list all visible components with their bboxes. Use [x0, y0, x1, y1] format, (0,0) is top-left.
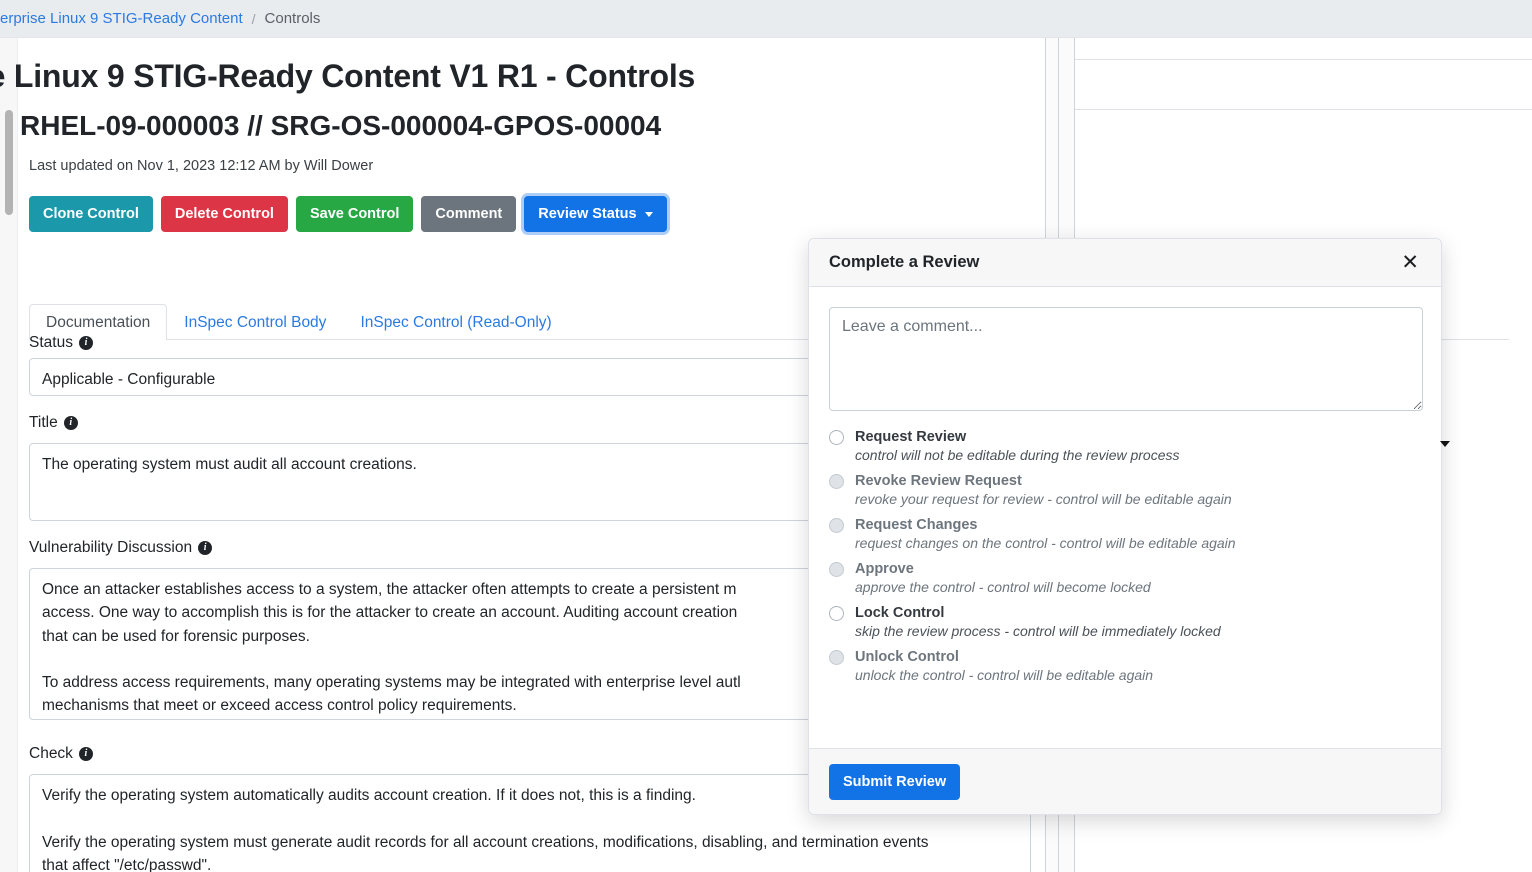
- radio-button: [829, 473, 844, 489]
- title-label-group: Title i: [29, 414, 78, 432]
- vulnerability-discussion-label-group: Vulnerability Discussion i: [29, 539, 213, 557]
- radio-button: [829, 561, 844, 577]
- review-option-label: Approve: [855, 561, 914, 577]
- review-option-label: Request Changes: [855, 517, 978, 533]
- review-option-description: skip the review process - control will b…: [855, 623, 1221, 639]
- chevron-down-icon: [644, 211, 653, 217]
- right-pane-divider-2: [1075, 109, 1532, 110]
- vulnerability-discussion-label: Vulnerability Discussion: [29, 539, 193, 556]
- review-option-description: revoke your request for review - control…: [855, 491, 1232, 507]
- control-heading: RHEL-09-000003 // SRG-OS-000004-GPOS-000…: [20, 110, 662, 141]
- review-option-description: approve the control - control will becom…: [855, 579, 1151, 595]
- breadcrumb-current: Controls: [264, 10, 321, 27]
- vertical-scrollbar-track[interactable]: [0, 38, 18, 872]
- last-updated-text: Last updated on Nov 1, 2023 12:12 AM by …: [29, 158, 374, 174]
- info-icon[interactable]: i: [78, 747, 93, 761]
- radio-button[interactable]: [829, 429, 844, 445]
- review-option-label: Unlock Control: [855, 649, 959, 665]
- submit-review-button[interactable]: Submit Review: [829, 763, 961, 800]
- tab-inspec-control-body[interactable]: InSpec Control Body: [167, 304, 343, 340]
- review-option-revoke-review-request: Revoke Review Request revoke your reques…: [829, 473, 1421, 507]
- control-toolbar: Clone Control Delete Control Save Contro…: [29, 196, 667, 232]
- status-label: Status: [29, 334, 73, 351]
- info-icon[interactable]: i: [63, 416, 78, 430]
- comment-button[interactable]: Comment: [421, 196, 517, 232]
- app-root: erprise Linux 9 STIG-Ready Content / Con…: [0, 0, 1532, 872]
- close-icon[interactable]: ✕: [1399, 252, 1421, 273]
- delete-control-button[interactable]: Delete Control: [160, 196, 288, 232]
- review-action-radio-group: Request Review control will not be edita…: [829, 429, 1421, 683]
- review-option-description: unlock the control - control will be edi…: [855, 667, 1154, 683]
- review-option-unlock-control: Unlock Control unlock the control - cont…: [829, 649, 1421, 683]
- vertical-scrollbar-thumb[interactable]: [5, 110, 13, 215]
- complete-review-modal: Complete a Review ✕ Request Review contr…: [808, 238, 1442, 815]
- review-option-label: Lock Control: [855, 605, 945, 621]
- check-label-group: Check i: [29, 745, 93, 763]
- clone-control-button[interactable]: Clone Control: [29, 196, 153, 232]
- info-icon[interactable]: i: [78, 336, 93, 350]
- radio-button: [829, 649, 844, 665]
- breadcrumb-separator: /: [251, 10, 256, 27]
- dropdown-caret-icon[interactable]: [1440, 441, 1450, 447]
- review-option-request-review[interactable]: Request Review control will not be edita…: [829, 429, 1421, 463]
- review-comment-input[interactable]: [829, 307, 1423, 411]
- modal-footer: Submit Review: [809, 748, 1441, 814]
- modal-header: Complete a Review ✕: [809, 239, 1441, 287]
- breadcrumb: erprise Linux 9 STIG-Ready Content / Con…: [0, 0, 1532, 38]
- check-label: Check: [29, 745, 73, 762]
- review-status-label: Review Status: [538, 206, 637, 222]
- review-option-request-changes: Request Changes request changes on the c…: [829, 517, 1421, 551]
- modal-body: Request Review control will not be edita…: [809, 287, 1441, 748]
- radio-button: [829, 517, 844, 533]
- review-option-label: Request Review: [855, 429, 967, 445]
- page-title: se Linux 9 STIG-Ready Content V1 R1 - Co…: [0, 58, 696, 94]
- review-option-description: request changes on the control - control…: [855, 535, 1236, 551]
- review-option-approve: Approve approve the control - control wi…: [829, 561, 1421, 595]
- review-status-button[interactable]: Review Status: [524, 196, 667, 232]
- info-icon[interactable]: i: [198, 541, 213, 555]
- review-option-lock-control[interactable]: Lock Control skip the review process - c…: [829, 605, 1421, 639]
- save-control-button[interactable]: Save Control: [295, 196, 414, 232]
- review-option-description: control will not be editable during the …: [855, 447, 1180, 463]
- breadcrumb-project-link[interactable]: erprise Linux 9 STIG-Ready Content: [0, 10, 243, 27]
- status-label-group: Status i: [29, 334, 93, 352]
- review-option-label: Revoke Review Request: [855, 473, 1022, 489]
- title-label: Title: [29, 414, 58, 431]
- modal-title: Complete a Review: [829, 253, 980, 271]
- right-pane-divider-1: [1075, 59, 1532, 60]
- tab-inspec-control-read-only[interactable]: InSpec Control (Read-Only): [343, 304, 568, 340]
- radio-button[interactable]: [829, 605, 844, 621]
